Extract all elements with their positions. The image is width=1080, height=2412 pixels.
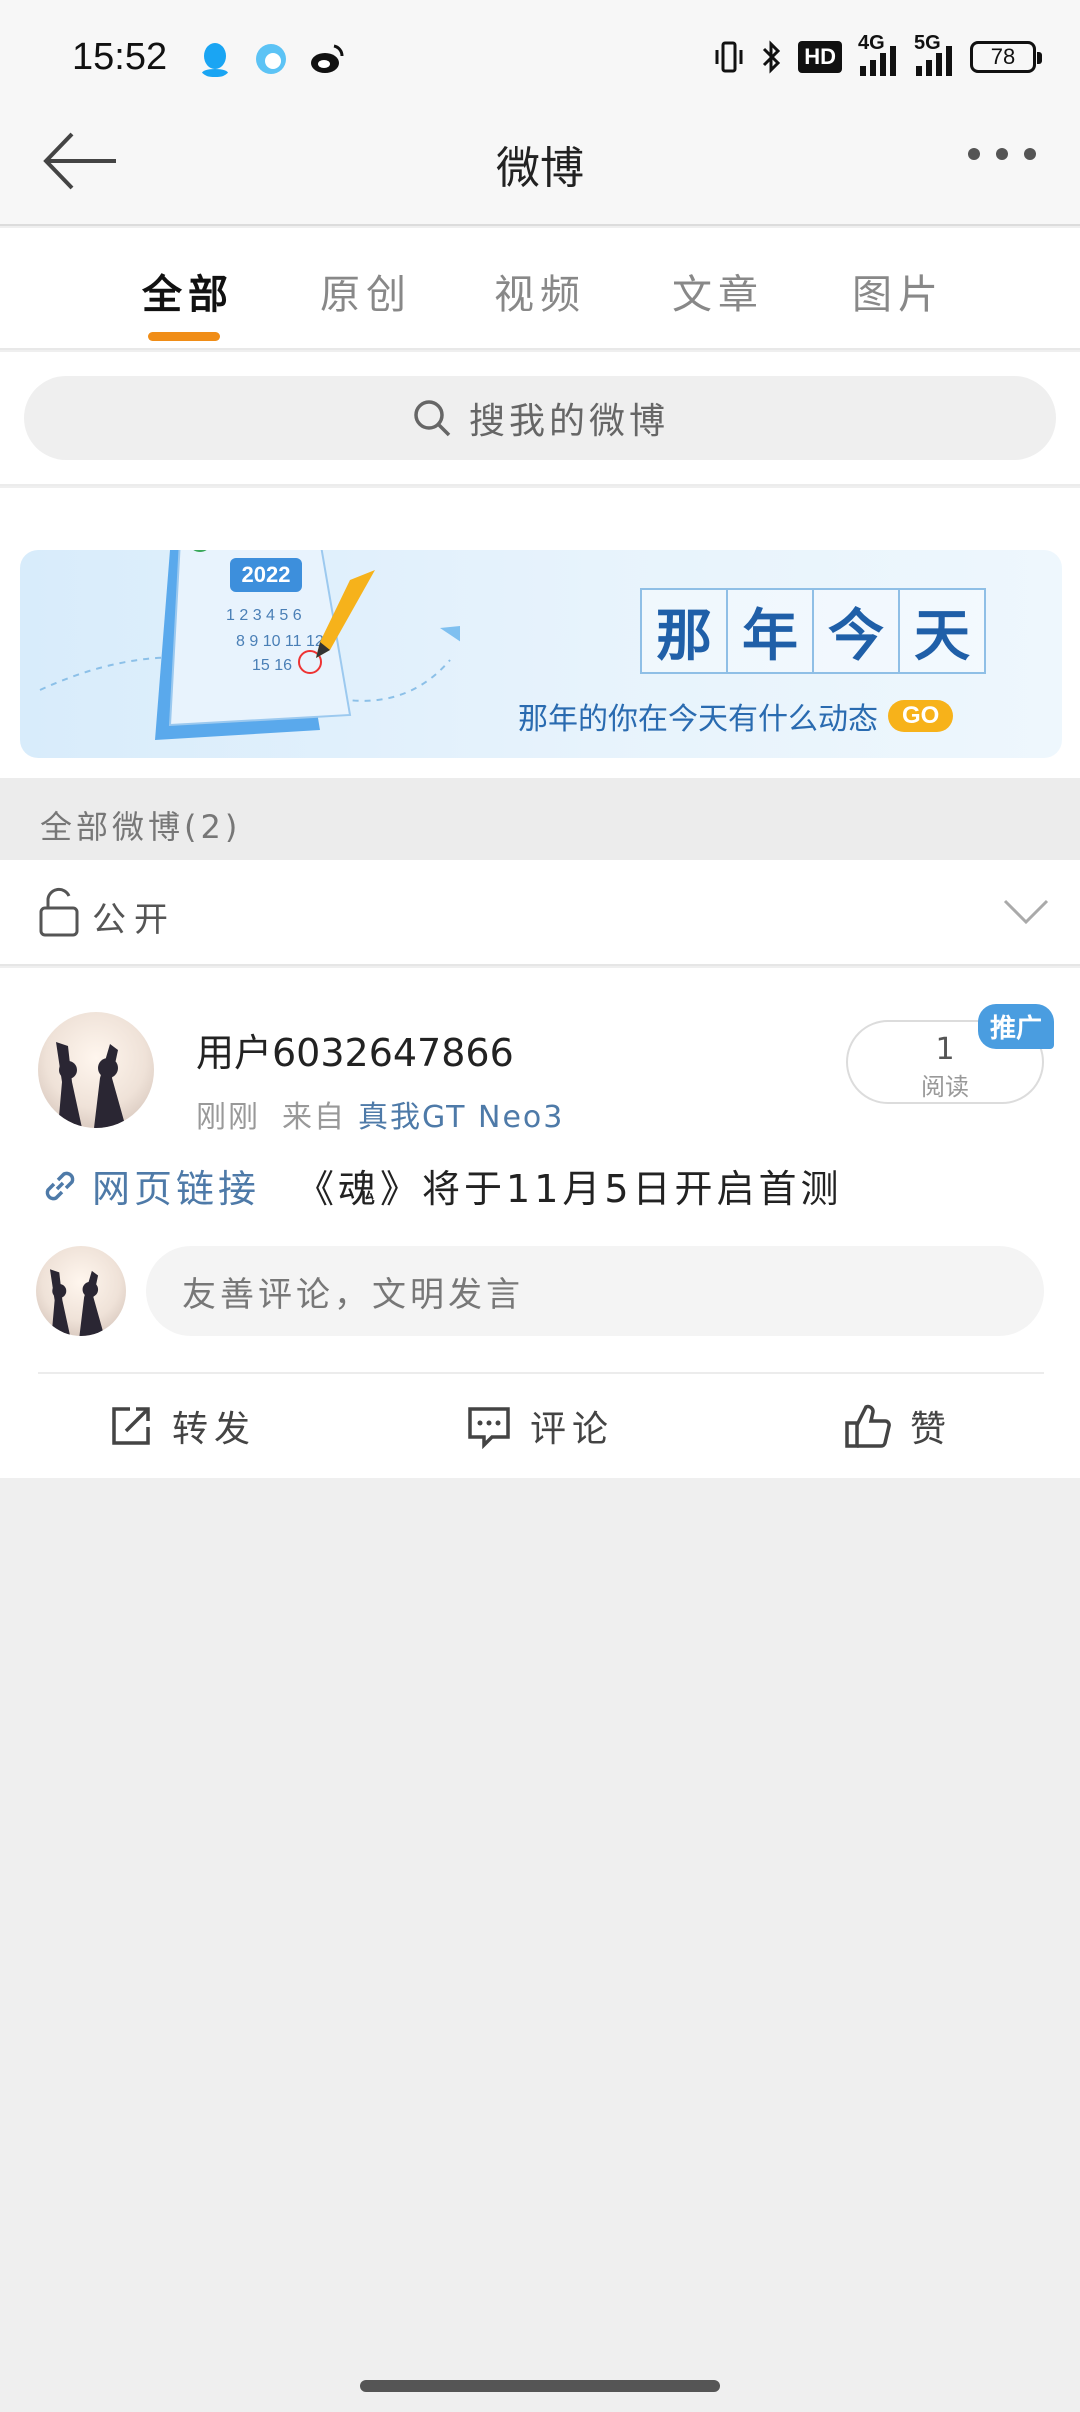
comment-icon [468, 1407, 510, 1449]
post-source[interactable]: 真我GT Neo3 [358, 1092, 564, 1136]
avatar[interactable] [38, 1012, 154, 1128]
commenter-avatar [36, 1246, 126, 1336]
promote-badge[interactable]: 推广 [978, 1004, 1055, 1049]
visibility-selector[interactable]: 公开 [0, 860, 1080, 966]
search-icon [414, 400, 451, 437]
banner-section: 2022 1 2 3 4 5 6 8 9 10 11 12 15 16 那 年 … [0, 488, 1080, 778]
repost-label: 转发 [172, 1409, 257, 1450]
tab-image[interactable]: 图片 [852, 262, 944, 320]
nav-bar: 微博 [0, 100, 1080, 226]
post-time: 刚刚 [196, 1100, 260, 1135]
all-posts-count: 全部微博(2) [40, 808, 242, 846]
qq-icon [202, 43, 228, 77]
page-title: 微博 [496, 143, 584, 194]
signal-5g-icon: 5G [914, 32, 954, 76]
tab-original[interactable]: 原创 [320, 262, 412, 320]
svg-text:2022: 2022 [242, 562, 291, 587]
more-options-icon[interactable] [968, 148, 1036, 160]
banner-title: 那 年 今 天 [640, 588, 986, 674]
filter-tabs: 全部 原创 视频 文章 图片 [0, 228, 1080, 350]
svg-text:15 16: 15 16 [252, 657, 292, 674]
browser-icon [256, 44, 286, 74]
post-content: 网页链接 《魂》将于11月5日开启首测 [40, 1158, 843, 1213]
memory-banner[interactable]: 2022 1 2 3 4 5 6 8 9 10 11 12 15 16 那 年 … [20, 550, 1062, 758]
post-card[interactable]: 用户6032647866 刚刚 来自 真我GT Neo3 1 阅读 推广 网页链… [0, 968, 1080, 1478]
chevron-down-icon[interactable] [1002, 896, 1050, 926]
comment-label: 评论 [530, 1409, 615, 1450]
from-label: 来自 [282, 1100, 346, 1135]
battery-level: 78 [990, 44, 1016, 69]
calendar-illustration: 2022 1 2 3 4 5 6 8 9 10 11 12 15 16 [39, 550, 460, 740]
thumbs-up-icon [845, 1404, 891, 1448]
post-meta: 刚刚 来自 真我GT Neo3 [196, 1092, 564, 1136]
weibo-icon [311, 44, 344, 73]
search-input[interactable]: 搜我的微博 [24, 376, 1056, 460]
web-link[interactable]: 网页链接 [92, 1158, 260, 1213]
unlock-icon [39, 887, 79, 937]
repost-button[interactable]: 转发 [108, 1374, 256, 1478]
banner-subtitle: 那年的你在今天有什么动态 GO [518, 694, 954, 738]
signal-4g-icon: 4G [858, 32, 898, 76]
section-header: 全部微博(2) [0, 778, 1080, 860]
svg-text:8 9 10 11 12: 8 9 10 11 12 [236, 633, 324, 650]
active-tab-indicator [148, 332, 220, 341]
tab-article[interactable]: 文章 [672, 262, 764, 320]
comment-input[interactable]: 友善评论，文明发言 [146, 1246, 1044, 1336]
search-section: 搜我的微博 [0, 352, 1080, 486]
tab-all[interactable]: 全部 [142, 262, 234, 320]
status-indicators: HD 4G 5G 78 [714, 32, 1042, 76]
status-app-icons [196, 40, 346, 78]
post-text: 《魂》将于11月5日开启首测 [296, 1167, 843, 1211]
link-icon [45, 1171, 75, 1200]
comment-button[interactable]: 评论 [466, 1374, 614, 1478]
search-placeholder: 搜我的微博 [468, 401, 669, 442]
battery-icon: 78 [970, 41, 1042, 73]
svg-text:1 2 3 4 5 6: 1 2 3 4 5 6 [226, 607, 302, 624]
visibility-label: 公开 [92, 900, 176, 940]
like-label: 赞 [910, 1409, 953, 1450]
status-time: 15:52 [72, 36, 168, 78]
home-indicator[interactable] [360, 2380, 720, 2392]
post-actions: 转发 评论 赞 [0, 1374, 1080, 1478]
tab-video[interactable]: 视频 [494, 262, 586, 320]
go-button[interactable]: GO [888, 700, 954, 732]
username[interactable]: 用户6032647866 [196, 1022, 514, 1077]
read-label: 阅读 [921, 1073, 969, 1101]
bluetooth-icon [763, 40, 781, 74]
vibrate-icon [715, 41, 743, 73]
repost-icon [112, 1407, 150, 1445]
like-button[interactable]: 赞 [844, 1374, 952, 1478]
hd-icon: HD [798, 41, 842, 73]
